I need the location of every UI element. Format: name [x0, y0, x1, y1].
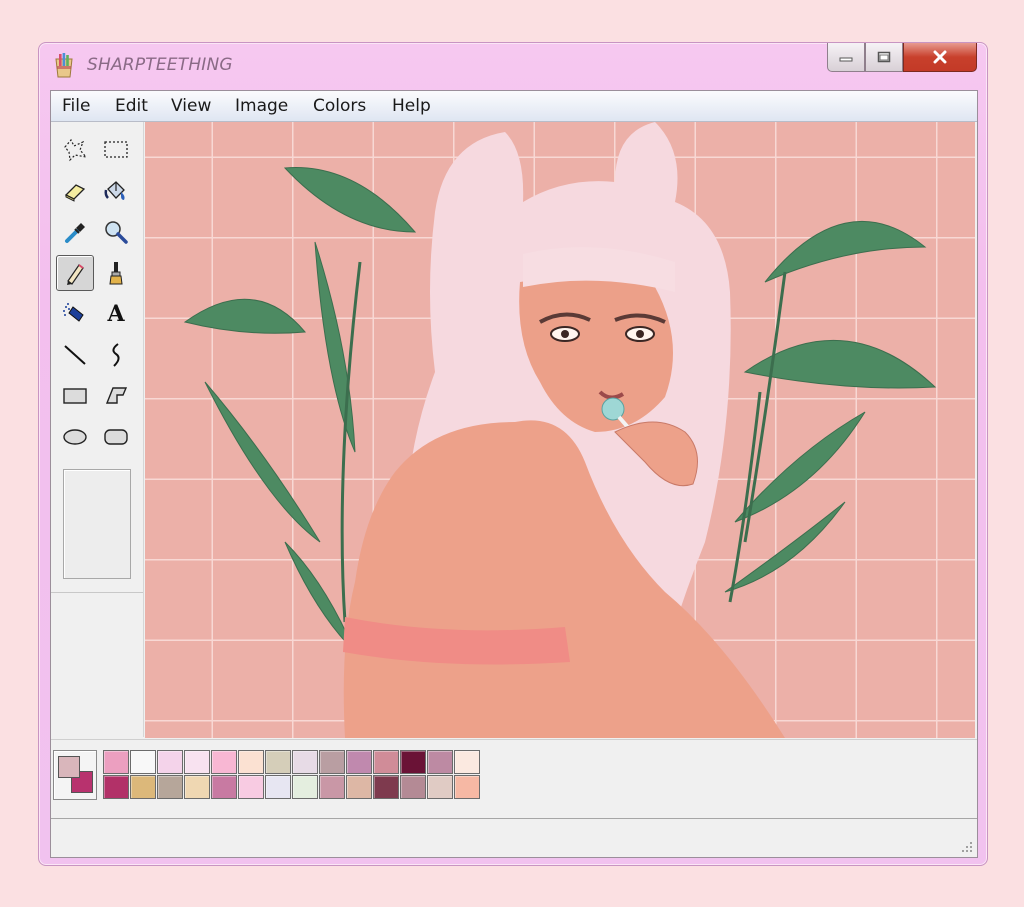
palette-swatch[interactable] [238, 775, 264, 799]
palette-swatch[interactable] [346, 750, 372, 774]
rect-select-tool[interactable] [97, 132, 135, 168]
fill-bucket-icon [104, 181, 125, 200]
free-form-select-icon [64, 138, 88, 162]
palette-swatch[interactable] [319, 775, 345, 799]
palette-swatch[interactable] [373, 775, 399, 799]
palette-swatch[interactable] [157, 750, 183, 774]
maximize-icon [877, 51, 891, 63]
artwork-illustration [145, 122, 975, 738]
toolbox: A [51, 122, 144, 737]
palette-swatch[interactable] [265, 775, 291, 799]
magnifier-icon [105, 221, 128, 244]
eraser-icon [64, 184, 86, 202]
palette-swatch[interactable] [454, 750, 480, 774]
rounded-rect-tool[interactable] [97, 419, 135, 455]
free-form-select-tool[interactable] [56, 132, 94, 168]
text-tool[interactable]: A [97, 296, 135, 332]
palette-swatch[interactable] [427, 750, 453, 774]
polygon-icon [105, 387, 128, 404]
polygon-tool[interactable] [97, 378, 135, 414]
color-palette [51, 739, 977, 816]
current-colors-box[interactable] [53, 750, 97, 800]
palette-swatch[interactable] [130, 775, 156, 799]
airbrush-icon [63, 303, 84, 322]
line-tool[interactable] [56, 337, 94, 373]
palette-swatch[interactable] [184, 775, 210, 799]
fill-tool[interactable] [97, 173, 135, 209]
rectangle-tool[interactable] [56, 378, 94, 414]
brush-tool[interactable] [97, 255, 135, 291]
client-area: File Edit View Image Colors Help A [50, 90, 978, 858]
close-icon [933, 50, 947, 64]
rectangle-icon [63, 388, 87, 404]
palette-swatch[interactable] [292, 750, 318, 774]
menu-file[interactable]: File [62, 96, 90, 116]
paint-app-icon [53, 53, 75, 79]
brush-icon [109, 262, 123, 285]
ellipse-icon [63, 429, 87, 445]
palette-swatch[interactable] [157, 775, 183, 799]
pencil-icon [67, 264, 84, 285]
status-bar [51, 818, 977, 857]
window-title: SHARPTEETHING [87, 55, 233, 75]
drawing-canvas[interactable] [145, 122, 975, 738]
menu-edit[interactable]: Edit [115, 96, 148, 116]
menu-help[interactable]: Help [392, 96, 431, 116]
palette-swatch[interactable] [292, 775, 318, 799]
title-bar[interactable]: SHARPTEETHING [39, 43, 987, 89]
maximize-button[interactable] [865, 43, 903, 72]
menu-image[interactable]: Image [235, 96, 288, 116]
palette-swatch[interactable] [346, 775, 372, 799]
color-picker-tool[interactable] [56, 214, 94, 250]
line-icon [64, 345, 86, 365]
palette-swatch[interactable] [454, 775, 480, 799]
palette-swatch[interactable] [400, 750, 426, 774]
palette-swatch[interactable] [373, 750, 399, 774]
palette-swatch[interactable] [103, 775, 129, 799]
paint-window: SHARPTEETHING File Edit View Image Color… [38, 42, 988, 866]
pencil-tool[interactable] [56, 255, 94, 291]
menu-colors[interactable]: Colors [313, 96, 366, 116]
minimize-button[interactable] [827, 43, 865, 72]
palette-swatch[interactable] [238, 750, 264, 774]
window-controls [827, 43, 977, 73]
magnifier-tool[interactable] [97, 214, 135, 250]
curve-icon [112, 343, 120, 367]
menu-view[interactable]: View [171, 96, 211, 116]
toolbox-divider [51, 592, 143, 593]
airbrush-tool[interactable] [56, 296, 94, 332]
curve-tool[interactable] [97, 337, 135, 373]
rounded-rect-icon [104, 429, 128, 445]
palette-swatch[interactable] [130, 750, 156, 774]
palette-swatch[interactable] [211, 775, 237, 799]
palette-swatch[interactable] [400, 775, 426, 799]
menu-bar: File Edit View Image Colors Help [51, 91, 977, 122]
minimize-icon [839, 57, 853, 62]
palette-swatch[interactable] [319, 750, 345, 774]
palette-swatch[interactable] [427, 775, 453, 799]
rect-select-icon [104, 141, 128, 158]
text-icon: A [107, 301, 125, 327]
palette-swatch[interactable] [265, 750, 291, 774]
close-button[interactable] [903, 43, 977, 72]
ellipse-tool[interactable] [56, 419, 94, 455]
color-picker-icon [65, 223, 85, 243]
eraser-tool[interactable] [56, 173, 94, 209]
tool-options-box[interactable] [63, 469, 131, 579]
foreground-color[interactable] [58, 756, 80, 778]
palette-swatch[interactable] [211, 750, 237, 774]
palette-swatches [103, 750, 480, 799]
palette-swatch[interactable] [184, 750, 210, 774]
resize-grip-icon[interactable] [961, 841, 973, 853]
palette-swatch[interactable] [103, 750, 129, 774]
